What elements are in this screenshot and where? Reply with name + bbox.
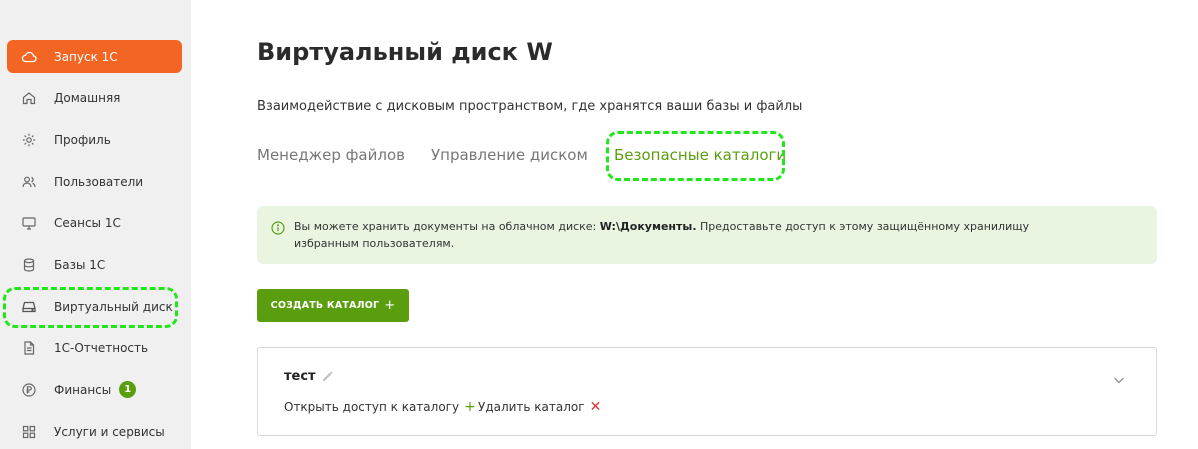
sidebar-item-profile[interactable]: Профиль — [7, 123, 182, 156]
sidebar-item-users[interactable]: Пользователи — [7, 165, 182, 198]
gear-icon — [21, 132, 37, 148]
info-icon — [271, 220, 285, 235]
tab-file-manager[interactable]: Менеджер файлов — [257, 146, 405, 164]
document-icon — [21, 340, 37, 356]
page-title: Виртуальный диск W — [257, 38, 553, 66]
sidebar-item-label: Услуги и сервисы — [54, 424, 165, 439]
delete-catalog-label: Удалить каталог — [478, 400, 585, 414]
users-icon — [21, 174, 37, 190]
info-banner: Вы можете хранить документы на облачном … — [257, 206, 1157, 264]
page-subtitle: Взаимодействие с дисковым пространством,… — [257, 99, 803, 114]
tab-secure-catalogs[interactable]: Безопасные каталоги — [614, 146, 786, 164]
sidebar: Запуск 1С Домашняя Профиль Пользователи — [0, 0, 191, 449]
home-icon — [21, 90, 37, 106]
info-text: Вы можете хранить документы на облачном … — [294, 218, 1054, 252]
sidebar-item-launch-1c[interactable]: Запуск 1С — [7, 40, 182, 73]
plus-icon: + — [384, 298, 396, 313]
hard-drive-icon — [21, 299, 37, 315]
database-icon — [21, 257, 37, 273]
sidebar-item-label: 1С-Отчетность — [54, 340, 149, 355]
sidebar-item-label: Запуск 1С — [54, 49, 118, 64]
catalog-name: тест — [284, 369, 316, 384]
sidebar-item-label: Пользователи — [54, 174, 144, 189]
sidebar-item-home[interactable]: Домашняя — [7, 81, 182, 114]
create-catalog-button[interactable]: СОЗДАТЬ КАТАЛОГ + — [257, 289, 409, 322]
sidebar-item-finance[interactable]: Финансы 1 — [7, 373, 182, 406]
cloud-icon — [21, 49, 37, 65]
sidebar-item-label: Профиль — [54, 132, 111, 147]
sidebar-item-label: Домашняя — [54, 90, 121, 105]
catalog-card: тест Открыть доступ к каталогу + Удалить… — [257, 347, 1157, 436]
tab-disk-management[interactable]: Управление диском — [431, 146, 588, 164]
coin-icon — [21, 382, 37, 398]
create-catalog-label: СОЗДАТЬ КАТАЛОГ — [270, 300, 380, 311]
sidebar-item-bases-1c[interactable]: Базы 1С — [7, 248, 182, 281]
close-icon: ✕ — [589, 399, 602, 415]
plus-icon: + — [464, 399, 476, 415]
sidebar-item-services[interactable]: Услуги и сервисы — [7, 415, 182, 448]
open-access-label: Открыть доступ к каталогу — [284, 400, 460, 414]
monitor-icon — [21, 215, 37, 231]
sidebar-item-label: Финансы — [54, 382, 112, 397]
chevron-down-icon[interactable] — [1111, 372, 1127, 388]
open-access-link[interactable]: Открыть доступ к каталогу + — [284, 400, 476, 414]
sidebar-item-sessions-1c[interactable]: Сеансы 1С — [7, 206, 182, 239]
delete-catalog-link[interactable]: Удалить каталог ✕ — [478, 400, 601, 414]
sidebar-item-1c-reporting[interactable]: 1С-Отчетность — [7, 331, 182, 364]
pencil-icon[interactable] — [321, 368, 335, 382]
sidebar-item-label: Базы 1С — [54, 257, 106, 272]
sidebar-item-virtual-disk[interactable]: Виртуальный диск — [7, 290, 182, 323]
info-path: W:\Документы. — [599, 220, 697, 233]
info-text-part: Вы можете хранить документы на облачном … — [294, 220, 600, 233]
sidebar-item-label: Сеансы 1С — [54, 215, 121, 230]
sidebar-item-label: Виртуальный диск — [54, 299, 173, 314]
grid-icon — [21, 424, 37, 440]
notification-badge: 1 — [119, 381, 137, 398]
